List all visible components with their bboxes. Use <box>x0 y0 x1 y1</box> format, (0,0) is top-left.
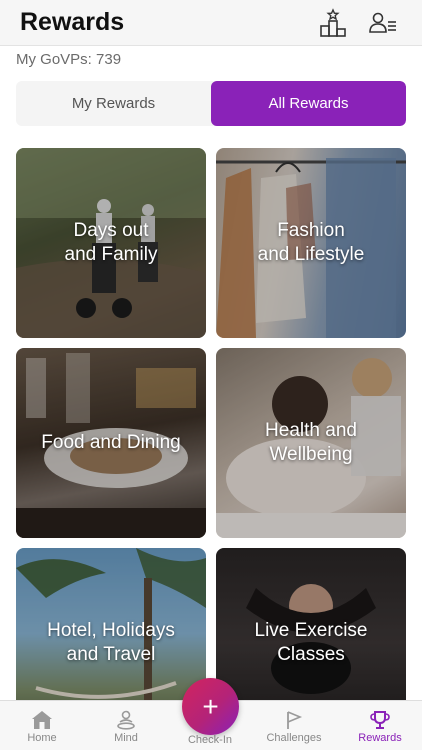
home-icon <box>32 711 52 729</box>
tab-label: Check-In <box>187 734 233 746</box>
tab-all-rewards[interactable]: All Rewards <box>211 81 406 126</box>
points-balance: My GoVPs: 739 <box>16 51 122 68</box>
profile-list-icon[interactable] <box>368 8 398 38</box>
rewards-segmented-control: My Rewards All Rewards <box>16 81 406 126</box>
tile-label: Fashion and Lifestyle <box>257 220 365 265</box>
tab-rewards[interactable]: Rewards <box>338 701 422 750</box>
tab-label: Challenges <box>266 732 322 744</box>
tile-label: Days out and Family <box>64 220 158 265</box>
plus-icon: + <box>202 690 219 722</box>
app-header: Rewards <box>0 0 422 46</box>
flag-icon <box>287 711 303 729</box>
tile-label: Live Exercise Classes <box>254 620 368 665</box>
trophy-icon <box>370 711 390 729</box>
category-tile-travel[interactable]: Hotel, Holidays and Travel <box>16 548 206 700</box>
tile-label: Hotel, Holidays and Travel <box>47 620 175 665</box>
leaderboard-icon[interactable] <box>318 8 348 38</box>
reward-categories-grid: Days out and Family Fashion and Lifestyl… <box>0 148 422 700</box>
tab-label: Rewards <box>358 732 402 744</box>
tile-label: Food and Dining <box>41 432 181 453</box>
page-title: Rewards <box>20 8 125 36</box>
tile-label: Health and Wellbeing <box>265 420 357 465</box>
mind-icon <box>117 710 135 730</box>
tab-label: Mind <box>114 732 138 744</box>
tab-my-rewards[interactable]: My Rewards <box>16 81 211 126</box>
tab-mind[interactable]: Mind <box>84 701 168 750</box>
category-tile-fashion[interactable]: Fashion and Lifestyle <box>216 148 406 338</box>
check-in-fab[interactable]: + <box>182 678 239 735</box>
category-tile-food[interactable]: Food and Dining <box>16 348 206 538</box>
tab-label: Home <box>27 732 57 744</box>
category-tile-days-out[interactable]: Days out and Family <box>16 148 206 338</box>
category-tile-exercise[interactable]: Live Exercise Classes <box>216 548 406 700</box>
tab-challenges[interactable]: Challenges <box>252 701 336 750</box>
category-tile-health[interactable]: Health and Wellbeing <box>216 348 406 538</box>
tab-home[interactable]: Home <box>0 701 84 750</box>
